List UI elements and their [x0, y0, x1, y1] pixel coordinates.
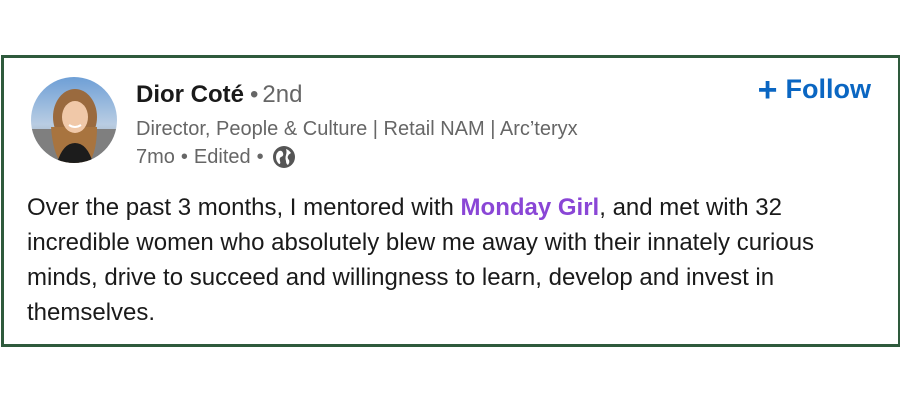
separator-dot: • [180, 146, 188, 168]
follow-button[interactable]: + Follow [757, 70, 871, 109]
post-card: Dior Coté • 2nd Director, People & Culture… [1, 55, 900, 347]
avatar[interactable] [31, 77, 117, 163]
post-meta: 7mo • Edited • [136, 144, 296, 170]
mention-link[interactable]: Monday Girl [461, 194, 600, 221]
author-headline: Director, People & Culture | Retail NAM … [136, 118, 578, 140]
globe-icon [272, 145, 296, 169]
post-text: Over the past 3 months, I mentored with … [27, 190, 887, 330]
separator-dot: • [256, 146, 264, 168]
separator-dot: • [250, 81, 259, 108]
follow-label: Follow [785, 74, 871, 104]
author-name-row: Dior Coté • 2nd [136, 80, 302, 110]
post-time: 7mo [136, 146, 175, 168]
author-name[interactable]: Dior Coté [136, 81, 244, 108]
plus-icon: + [757, 70, 778, 109]
edited-label: Edited [193, 146, 251, 168]
connection-degree: 2nd [262, 81, 303, 108]
post-text-before: Over the past 3 months, I mentored with [27, 194, 461, 221]
